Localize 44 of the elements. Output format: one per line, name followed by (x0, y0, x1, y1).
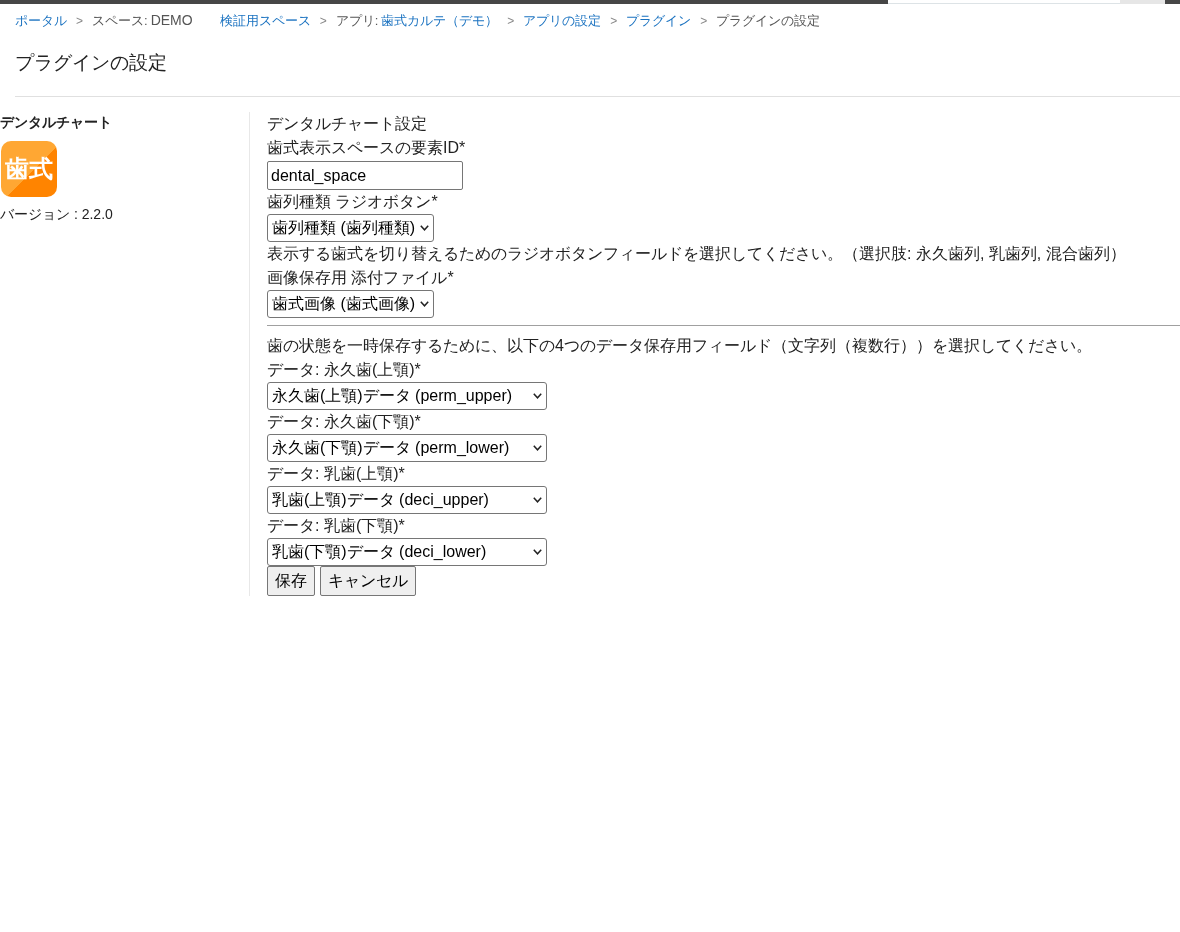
breadcrumb-separator: > (319, 13, 327, 30)
select-field[interactable]: 乳歯(上顎)データ (deci_upper) (267, 486, 547, 514)
input-field[interactable] (888, 0, 1120, 4)
select-field[interactable]: 乳歯(下顎)データ (deci_lower) (267, 538, 547, 566)
breadcrumb-separator: > (76, 13, 83, 30)
plugin-version: バージョン : 2.2.0 (0, 205, 114, 223)
field-label: 歯式表示スペースの要素ID* (267, 138, 467, 158)
page-title: プラグインの設定 (14, 51, 168, 75)
select-field[interactable]: 歯式画像 (歯式画像) (267, 290, 435, 318)
select-field[interactable]: 永久歯(上顎)データ (perm_upper) (267, 382, 547, 410)
field-label: データ: 乳歯(下顎)* (267, 516, 406, 536)
breadcrumb-text: スペース: (92, 12, 148, 30)
chevron-down-icon (533, 393, 542, 399)
breadcrumb-link[interactable]: 検証用スペース (219, 12, 311, 30)
breadcrumb-text: プラグインの設定 (716, 12, 821, 30)
text-input[interactable]: dental_space (267, 161, 463, 190)
breadcrumb-separator: > (507, 13, 515, 30)
breadcrumb-link[interactable]: アプリの設定 (523, 12, 602, 30)
save-button[interactable]: 保存 (267, 566, 315, 596)
chevron-down-icon (533, 497, 542, 503)
select-field[interactable]: 永久歯(下顎)データ (perm_lower) (267, 434, 547, 462)
section-title: デンタルチャート設定 (267, 114, 428, 134)
chevron-down-icon (533, 549, 542, 555)
field-label: データ: 乳歯(上顎)* (267, 464, 406, 484)
help-text: 表示する歯式を切り替えるためのラジオボタンフィールドを選択してください。（選択肢: 永久歯列, 乳歯列, 混合歯列） (267, 244, 1127, 264)
field-label: 歯列種類 ラジオボタン* (267, 192, 439, 212)
space-name: DEMO (150, 11, 193, 29)
plugin-logo: 歯式 (1, 141, 57, 197)
cancel-button[interactable]: キャンセル (320, 566, 416, 596)
chevron-down-icon (420, 301, 430, 307)
chevron-down-icon (420, 225, 430, 231)
help-text: 歯の状態を一時保存するために、以下の4つのデータ保存用フィールド（文字列（複数行））を選択してください。 (267, 336, 1093, 356)
breadcrumb-text: アプリ: (335, 12, 379, 30)
breadcrumb-link[interactable]: 歯式カルテ（デモ） (381, 12, 499, 30)
field-label: データ: 永久歯(下顎)* (267, 412, 422, 432)
field-label: データ: 永久歯(上顎)* (267, 360, 422, 380)
breadcrumb-separator: > (610, 13, 618, 30)
select-field[interactable]: 歯列種類 (歯列種類) (267, 214, 435, 242)
chevron-down-icon (533, 445, 542, 451)
breadcrumb-separator: > (700, 13, 708, 30)
breadcrumb-link[interactable]: ポータル (15, 12, 67, 30)
plugin-name: デンタルチャート (0, 113, 113, 132)
field-label: 画像保存用 添付ファイル* (267, 268, 455, 288)
breadcrumb-link[interactable]: プラグイン (626, 12, 692, 30)
